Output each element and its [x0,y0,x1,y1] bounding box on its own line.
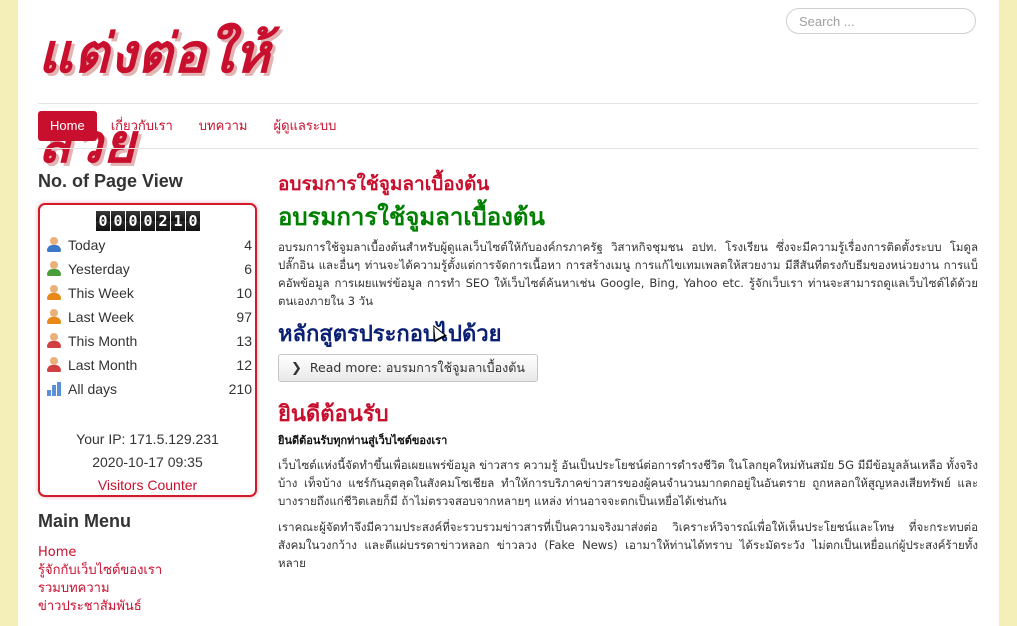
logo-text: แต่งต่อให้สวย [38,21,271,175]
nav-divider [38,148,978,149]
page-heading: อบรมการใช้จูมลาเบื้องต้น [278,173,490,195]
stat-value: 13 [236,333,252,349]
nav-item-admin[interactable]: ผู้ดูแลระบบ [261,111,348,141]
welcome-paragraph-1: เว็บไซต์แห่งนี้จัดทำขึ้นเพื่อเผยแพร่ข้อม… [278,458,979,508]
stat-value: 210 [228,381,252,397]
person-red-icon [46,357,62,373]
stat-label: Yesterday [68,261,130,277]
menu-link-news[interactable]: ข่าวประชาสัมพันธ์ [38,598,162,616]
visitors-counter-link[interactable]: Visitors Counter [40,477,255,493]
person-red-icon [46,333,62,349]
stat-row-this-week: This Week 10 [46,282,252,304]
stat-row-this-month: This Month 13 [46,330,252,352]
nav-item-articles[interactable]: บทความ [187,111,260,141]
counter-digits: 0 0 0 0 2 1 0 [96,211,201,231]
stat-value: 10 [236,285,252,301]
main-nav: Home เกี่ยวกับเรา บทความ ผู้ดูแลระบบ [38,111,350,141]
menu-link-home[interactable]: Home [38,544,162,562]
main-menu: Home รู้จักกับเว็บไซต์ของเรา รวมบทความ ข… [38,544,162,616]
stat-label: Today [68,237,106,253]
counter-digit: 0 [141,211,155,231]
main-content: อบรมการใช้จูมลาเบื้องต้น อบรมการใช้จูมลา… [278,170,978,572]
nav-item-about[interactable]: เกี่ยวกับเรา [99,111,185,141]
read-more-label: Read more: อบรมการใช้จูมลาเบื้องต้น [309,360,525,375]
stat-value: 4 [244,237,252,253]
nav-item-home[interactable]: Home [38,111,97,141]
counter-digit: 0 [96,211,110,231]
page-container: แต่งต่อให้สวย Home เกี่ยวกับเรา บทความ ผ… [18,0,999,626]
counter-digit: 1 [171,211,185,231]
counter-digit: 0 [111,211,125,231]
stat-value: 97 [236,309,252,325]
stat-row-all-days: All days 210 [46,378,252,400]
person-green-icon [46,261,62,277]
chevron-right-icon: ❯ [291,360,302,376]
search-input[interactable] [786,8,976,34]
article-title[interactable]: อบรมการใช้จูมลาเบื้องต้น [278,200,978,234]
counter-digit: 0 [186,211,200,231]
bar-chart-icon [46,381,62,397]
pageview-title: No. of Page View [38,171,183,191]
course-heading: หลักสูตรประกอบไปด้วย [278,322,502,347]
stat-label: Last Month [68,357,138,373]
menu-link-about-site[interactable]: รู้จักกับเว็บไซต์ของเรา [38,562,162,580]
header-divider [38,103,978,104]
welcome-heading[interactable]: ยินดีต้อนรับ [278,400,978,430]
person-orange-icon [46,309,62,325]
stat-value: 12 [236,357,252,373]
read-more-button[interactable]: ❯ Read more: อบรมการใช้จูมลาเบื้องต้น [278,354,538,382]
visitor-ip: Your IP: 171.5.129.231 [76,431,219,447]
stat-label: This Week [68,285,134,301]
stat-label: This Month [68,333,138,349]
counter-digit: 0 [126,211,140,231]
welcome-subtitle: ยินดีต้อนรับทุกท่านสู่เว็บไซต์ของเรา [278,434,448,447]
counter-digit: 2 [156,211,170,231]
person-blue-icon [46,237,62,253]
stat-row-yesterday: Yesterday 6 [46,258,252,280]
stat-row-last-week: Last Week 97 [46,306,252,328]
site-logo[interactable]: แต่งต่อให้สวย [38,8,358,175]
person-orange-icon [46,285,62,301]
stat-row-today: Today 4 [46,234,252,256]
visitor-datetime: 2020-10-17 09:35 [92,454,203,470]
stat-row-last-month: Last Month 12 [46,354,252,376]
stat-label: Last Week [68,309,134,325]
menu-link-articles[interactable]: รวมบทความ [38,580,162,598]
article-body: อบรมการใช้จูมลาเบื้องต้นสำหรับผู้ดูแลเว็… [278,240,978,308]
stat-label: All days [68,381,118,397]
visitor-counter-module: 0 0 0 0 2 1 0 Today 4 Yesterday 6 This W… [38,203,257,497]
stat-value: 6 [244,261,252,277]
welcome-paragraph-2: เราคณะผู้จัดทำจึงมีความประสงค์ที่จะรวบรว… [278,520,978,570]
main-menu-title: Main Menu [38,511,131,531]
